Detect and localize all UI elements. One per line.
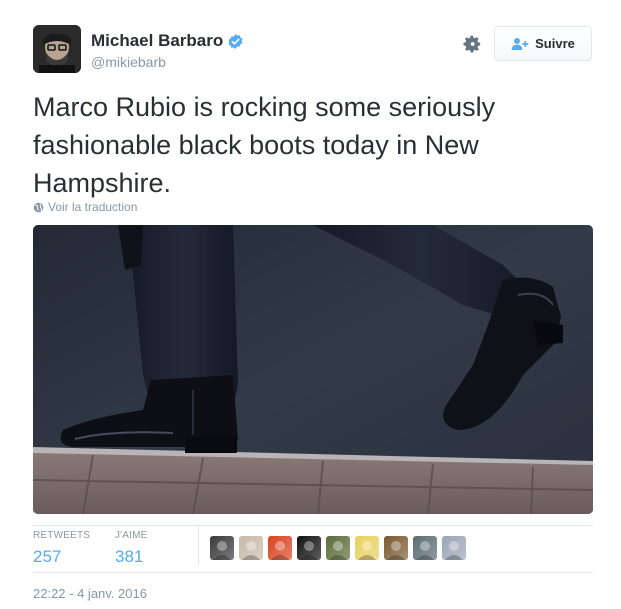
retweets-count[interactable]: 257 <box>33 547 90 567</box>
retweets-stat[interactable]: RETWEETS 257 <box>33 530 90 567</box>
author-name-row[interactable]: Michael Barbaro <box>91 31 244 51</box>
divider-bottom <box>33 572 593 573</box>
author-name[interactable]: Michael Barbaro <box>91 31 223 51</box>
likes-stat[interactable]: J'AIME 381 <box>115 530 148 567</box>
translate-link[interactable]: Voir la traduction <box>33 200 137 214</box>
liker-avatar[interactable] <box>210 536 234 560</box>
liker-avatar[interactable] <box>268 536 292 560</box>
liker-avatar[interactable] <box>239 536 263 560</box>
follow-button[interactable]: Suivre <box>494 26 592 61</box>
liker-avatar[interactable] <box>355 536 379 560</box>
tweet-text: Marco Rubio is rocking some seriously fa… <box>33 92 496 198</box>
liker-avatar[interactable] <box>413 536 437 560</box>
follow-button-label: Suivre <box>535 36 575 51</box>
retweets-label: RETWEETS <box>33 530 91 541</box>
globe-icon <box>33 202 44 212</box>
verified-badge-icon <box>228 33 243 49</box>
likes-label: J'AIME <box>115 530 148 541</box>
avatar-image <box>33 25 81 73</box>
author-handle[interactable]: @mikiebarb <box>91 54 166 70</box>
tweet-timestamp[interactable]: 22:22 - 4 janv. 2016 <box>33 586 147 601</box>
add-user-icon <box>511 37 529 50</box>
divider-top <box>33 525 593 526</box>
stats-separator <box>198 525 199 565</box>
tweet-photo[interactable] <box>33 225 593 514</box>
avatar[interactable] <box>33 25 81 73</box>
likes-count[interactable]: 381 <box>115 547 148 567</box>
liker-avatar[interactable] <box>442 536 466 560</box>
liker-avatar[interactable] <box>384 536 408 560</box>
translate-label: Voir la traduction <box>48 200 138 214</box>
gear-icon[interactable] <box>462 34 482 54</box>
liker-avatar[interactable] <box>326 536 350 560</box>
likers-avatar-list <box>210 536 471 560</box>
boots-photo-image <box>33 225 593 514</box>
liker-avatar[interactable] <box>297 536 321 560</box>
